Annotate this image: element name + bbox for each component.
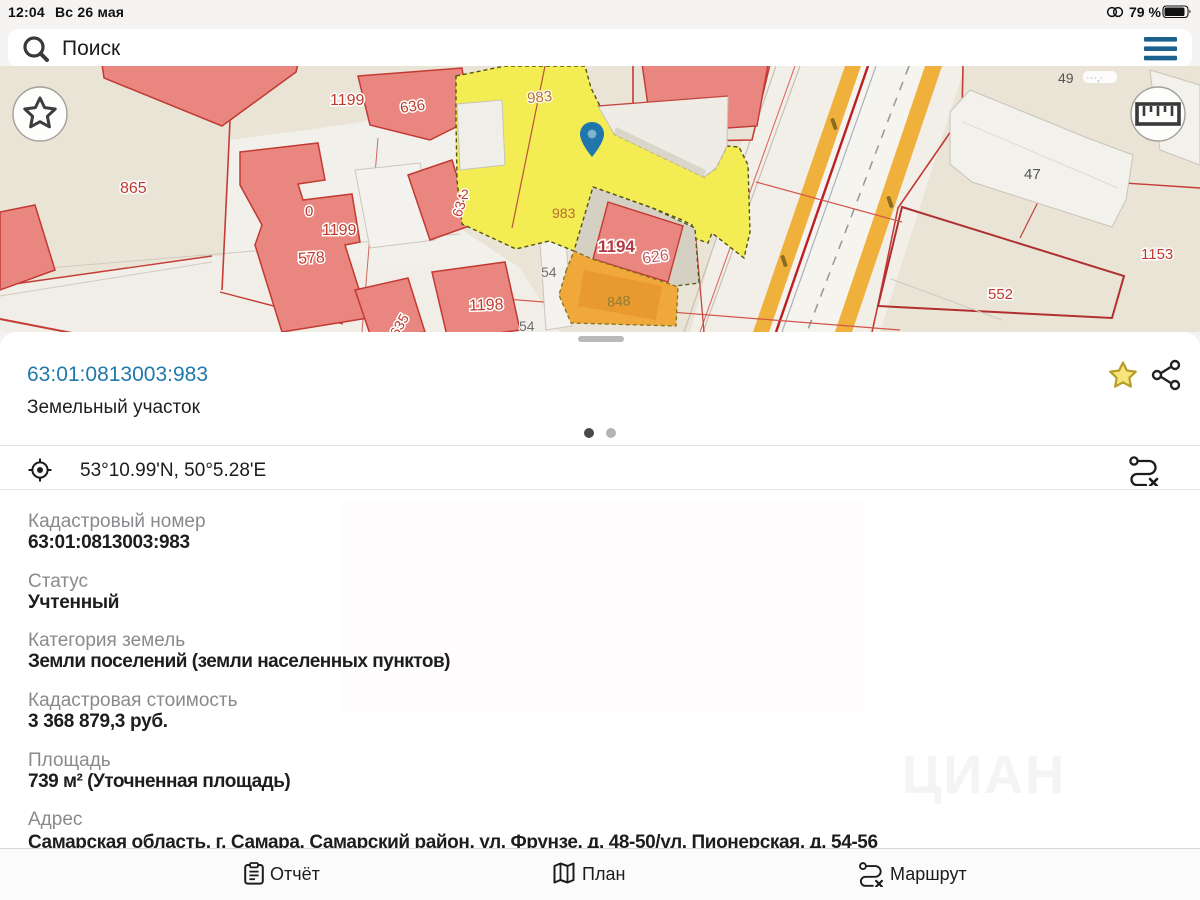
svg-text:578: 578 — [298, 249, 326, 267]
svg-text:983: 983 — [552, 205, 576, 221]
svg-text:983: 983 — [526, 88, 552, 107]
svg-text:865: 865 — [120, 180, 147, 197]
svg-text:0: 0 — [305, 203, 313, 220]
svg-text:848: 848 — [607, 292, 632, 310]
svg-text:2: 2 — [461, 186, 469, 202]
svg-text:1199: 1199 — [330, 92, 365, 109]
svg-text:1199: 1199 — [322, 222, 357, 239]
svg-text:1153: 1153 — [1141, 246, 1173, 263]
svg-text:54: 54 — [541, 264, 557, 280]
svg-text:54: 54 — [519, 318, 535, 332]
svg-text:47: 47 — [1024, 166, 1041, 183]
svg-text:1194: 1194 — [598, 237, 635, 256]
svg-text:552: 552 — [988, 286, 1013, 303]
svg-text:49: 49 — [1058, 70, 1074, 86]
svg-text:636: 636 — [399, 97, 426, 117]
svg-text:1198: 1198 — [469, 296, 504, 314]
svg-text:···‚·: ···‚· — [1086, 72, 1103, 84]
